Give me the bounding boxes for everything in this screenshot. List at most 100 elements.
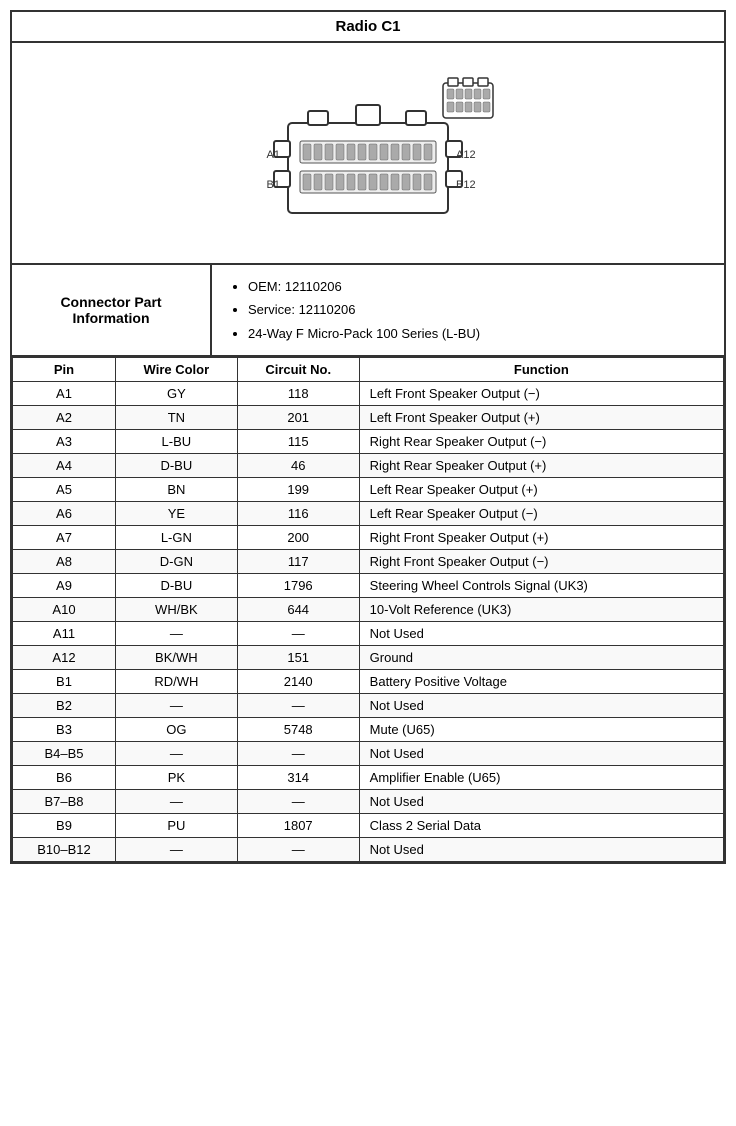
cell-function: Not Used [359,838,723,862]
cell-pin: A3 [13,430,116,454]
cell-wire-color: YE [115,502,237,526]
table-row: A9D-BU1796Steering Wheel Controls Signal… [13,574,724,598]
table-row: B2——Not Used [13,694,724,718]
table-row: A3L-BU115Right Rear Speaker Output (−) [13,430,724,454]
cell-function: Not Used [359,622,723,646]
cell-pin: A8 [13,550,116,574]
cell-wire-color: WH/BK [115,598,237,622]
cell-wire-color: TN [115,406,237,430]
cell-circuit-no: — [237,742,359,766]
cell-wire-color: D-BU [115,454,237,478]
cell-pin: B9 [13,814,116,838]
cell-pin: A12 [13,646,116,670]
cell-wire-color: L-GN [115,526,237,550]
connector-diagram: A1 A12 B1 B12 [12,43,724,265]
cell-circuit-no: — [237,790,359,814]
cell-pin: A11 [13,622,116,646]
cell-circuit-no: — [237,622,359,646]
svg-text:B1: B1 [267,179,280,191]
svg-text:A12: A12 [456,149,476,161]
cell-pin: B1 [13,670,116,694]
cell-function: Left Rear Speaker Output (−) [359,502,723,526]
cell-wire-color: D-BU [115,574,237,598]
cell-function: Right Rear Speaker Output (−) [359,430,723,454]
cell-circuit-no: — [237,838,359,862]
cell-wire-color: OG [115,718,237,742]
cell-function: Right Front Speaker Output (+) [359,526,723,550]
table-row: A4D-BU46Right Rear Speaker Output (+) [13,454,724,478]
cell-circuit-no: 115 [237,430,359,454]
cell-function: Battery Positive Voltage [359,670,723,694]
cell-function: Not Used [359,790,723,814]
connector-detail-item: OEM: 12110206 [248,275,708,298]
cell-wire-color: PK [115,766,237,790]
cell-function: Left Rear Speaker Output (+) [359,478,723,502]
cell-circuit-no: 199 [237,478,359,502]
cell-circuit-no: 201 [237,406,359,430]
table-row: B4–B5——Not Used [13,742,724,766]
cell-circuit-no: 118 [237,382,359,406]
cell-pin: B6 [13,766,116,790]
svg-text:B12: B12 [456,179,476,191]
cell-circuit-no: 151 [237,646,359,670]
cell-function: Ground [359,646,723,670]
table-row: A2TN201Left Front Speaker Output (+) [13,406,724,430]
cell-wire-color: — [115,622,237,646]
cell-pin: A2 [13,406,116,430]
table-row: B3OG5748Mute (U65) [13,718,724,742]
cell-wire-color: PU [115,814,237,838]
cell-pin: A10 [13,598,116,622]
connector-details: OEM: 12110206Service: 1211020624-Way F M… [212,265,724,355]
table-row: A1GY118Left Front Speaker Output (−) [13,382,724,406]
cell-wire-color: GY [115,382,237,406]
cell-wire-color: — [115,742,237,766]
cell-pin: B7–B8 [13,790,116,814]
cell-circuit-no: 200 [237,526,359,550]
cell-circuit-no: 116 [237,502,359,526]
cell-function: Not Used [359,742,723,766]
connector-label: Connector Part Information [12,265,212,355]
page-title: Radio C1 [12,12,724,43]
col-header-pin: Pin [13,358,116,382]
cell-circuit-no: 1796 [237,574,359,598]
cell-wire-color: D-GN [115,550,237,574]
cell-function: Not Used [359,694,723,718]
cell-function: Amplifier Enable (U65) [359,766,723,790]
cell-pin: A6 [13,502,116,526]
cell-function: Right Front Speaker Output (−) [359,550,723,574]
cell-wire-color: BN [115,478,237,502]
cell-wire-color: L-BU [115,430,237,454]
cell-function: Steering Wheel Controls Signal (UK3) [359,574,723,598]
cell-wire-color: — [115,694,237,718]
cell-circuit-no: 644 [237,598,359,622]
table-row: A7L-GN200Right Front Speaker Output (+) [13,526,724,550]
cell-circuit-no: 5748 [237,718,359,742]
col-header-wire: Wire Color [115,358,237,382]
cell-circuit-no: — [237,694,359,718]
cell-function: Left Front Speaker Output (−) [359,382,723,406]
cell-pin: B3 [13,718,116,742]
table-row: A8D-GN117Right Front Speaker Output (−) [13,550,724,574]
table-row: A6YE116Left Rear Speaker Output (−) [13,502,724,526]
pin-table: Pin Wire Color Circuit No. Function A1GY… [12,357,724,862]
cell-wire-color: BK/WH [115,646,237,670]
cell-function: 10-Volt Reference (UK3) [359,598,723,622]
table-row: B1RD/WH2140Battery Positive Voltage [13,670,724,694]
table-row: B6PK314Amplifier Enable (U65) [13,766,724,790]
cell-function: Left Front Speaker Output (+) [359,406,723,430]
table-row: A12BK/WH151Ground [13,646,724,670]
cell-function: Right Rear Speaker Output (+) [359,454,723,478]
connector-svg: A1 A12 B1 B12 [208,53,528,253]
cell-circuit-no: 117 [237,550,359,574]
connector-info-row: Connector Part Information OEM: 12110206… [12,265,724,357]
cell-function: Mute (U65) [359,718,723,742]
cell-circuit-no: 46 [237,454,359,478]
cell-pin: A9 [13,574,116,598]
table-row: A10WH/BK64410-Volt Reference (UK3) [13,598,724,622]
col-header-circuit: Circuit No. [237,358,359,382]
col-header-function: Function [359,358,723,382]
table-row: B10–B12——Not Used [13,838,724,862]
cell-pin: A5 [13,478,116,502]
cell-wire-color: — [115,838,237,862]
cell-wire-color: — [115,790,237,814]
